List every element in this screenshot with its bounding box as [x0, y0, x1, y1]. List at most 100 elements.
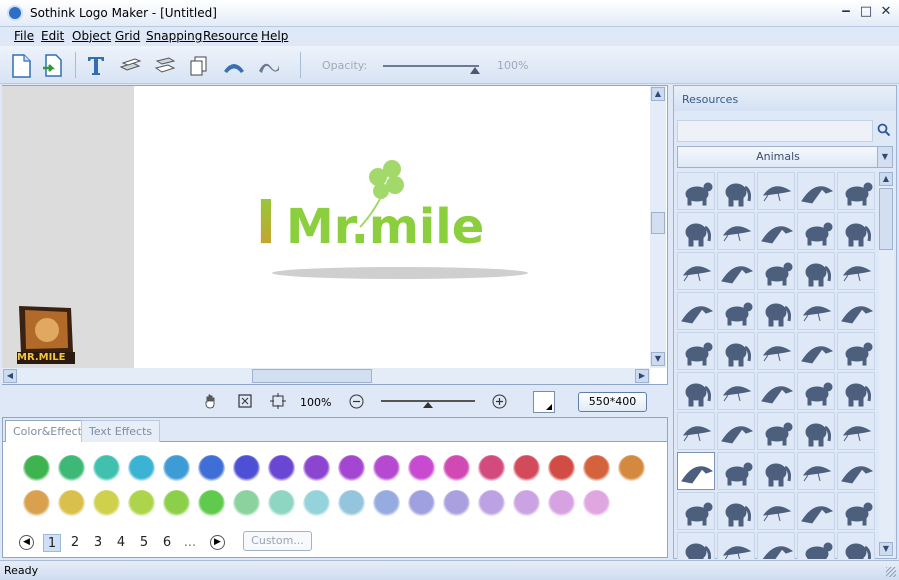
color-swatch[interactable] — [408, 490, 435, 517]
open-file-icon[interactable] — [40, 53, 66, 79]
resource-item-turtle[interactable] — [837, 452, 875, 490]
wave-text-icon[interactable] — [256, 53, 282, 79]
zoom-in-icon[interactable] — [492, 394, 507, 412]
page-2[interactable]: 2 — [66, 534, 84, 552]
menu-object[interactable]: Object — [72, 29, 111, 43]
scroll-up-icon[interactable]: ▲ — [879, 172, 893, 186]
tab-text-effects[interactable]: Text Effects — [81, 420, 161, 442]
bring-forward-icon[interactable] — [117, 53, 143, 79]
color-swatch[interactable] — [198, 490, 225, 517]
page-4[interactable]: 4 — [112, 534, 130, 552]
scroll-down-icon[interactable]: ▼ — [879, 542, 893, 556]
resource-item-cat[interactable] — [717, 252, 755, 290]
resource-item-wolf[interactable] — [757, 492, 795, 530]
resource-item-swordfish[interactable] — [677, 212, 715, 250]
resource-item-rhino[interactable] — [837, 172, 875, 210]
resource-item-deer[interactable] — [677, 532, 715, 559]
color-swatch[interactable] — [373, 455, 400, 482]
color-swatch[interactable] — [23, 490, 50, 517]
color-swatch[interactable] — [443, 455, 470, 482]
color-swatch[interactable] — [93, 455, 120, 482]
color-swatch[interactable] — [478, 455, 505, 482]
text-tool-icon[interactable] — [83, 53, 109, 79]
resource-item-pterodactyl[interactable] — [797, 212, 835, 250]
page-6[interactable]: 6 — [158, 534, 176, 552]
resource-item-kangaroo[interactable] — [757, 332, 795, 370]
resource-item-deer[interactable] — [677, 492, 715, 530]
resource-item-duck[interactable] — [757, 452, 795, 490]
resource-item-anteater[interactable] — [797, 292, 835, 330]
resource-item-lion[interactable] — [757, 212, 795, 250]
color-swatch[interactable] — [618, 455, 645, 482]
resource-item-fly[interactable] — [717, 412, 755, 450]
resource-item-dinosaur[interactable] — [837, 292, 875, 330]
resource-item-elephant[interactable] — [717, 172, 755, 210]
color-swatch[interactable] — [303, 455, 330, 482]
color-swatch[interactable] — [583, 455, 610, 482]
resource-item-horse[interactable] — [797, 372, 835, 410]
scroll-up-icon[interactable]: ▲ — [651, 87, 665, 101]
minimize-icon[interactable]: ‒ — [839, 5, 853, 19]
zoom-out-icon[interactable] — [349, 394, 364, 412]
canvas-horizontal-scrollbar[interactable]: ◀ ▶ — [2, 368, 650, 384]
page-5[interactable]: 5 — [135, 534, 153, 552]
resource-item-dolphin[interactable] — [677, 372, 715, 410]
maximize-icon[interactable]: □ — [859, 5, 873, 19]
resource-item-lion[interactable] — [717, 212, 755, 250]
opacity-slider[interactable] — [383, 65, 479, 67]
resource-item-dolphin[interactable] — [677, 332, 715, 370]
resource-item-pterodactyl[interactable] — [837, 212, 875, 250]
color-swatch[interactable] — [163, 455, 190, 482]
page-1[interactable]: 1 — [43, 534, 61, 552]
scroll-thumb[interactable] — [252, 369, 372, 383]
close-icon[interactable]: ✕ — [879, 5, 893, 19]
new-file-icon[interactable] — [8, 53, 34, 79]
resource-item-kangaroo[interactable] — [677, 452, 715, 490]
resource-item-bull[interactable] — [717, 532, 755, 559]
color-swatch[interactable] — [128, 455, 155, 482]
resource-item-lobster[interactable] — [797, 332, 835, 370]
color-swatch[interactable] — [303, 490, 330, 517]
background-color-button[interactable] — [533, 391, 555, 413]
color-swatch[interactable] — [583, 490, 610, 517]
copy-icon[interactable] — [186, 53, 212, 79]
menu-snapping[interactable]: Snapping — [146, 29, 202, 43]
category-select[interactable]: Animals — [677, 146, 879, 168]
resource-item-worm[interactable] — [717, 332, 755, 370]
color-swatch[interactable] — [338, 455, 365, 482]
prev-page-icon[interactable]: ◀ — [19, 535, 34, 550]
resource-item-gorilla[interactable] — [717, 492, 755, 530]
logo-artwork[interactable]: l Mr.mile — [250, 155, 550, 285]
resource-item-bird[interactable] — [757, 292, 795, 330]
color-swatch[interactable] — [128, 490, 155, 517]
resources-scrollbar[interactable]: ▲ ▼ — [879, 172, 894, 558]
color-swatch[interactable] — [268, 490, 295, 517]
resource-item-shark[interactable] — [717, 372, 755, 410]
color-swatch[interactable] — [338, 490, 365, 517]
resource-item-goat[interactable] — [717, 452, 755, 490]
resource-item-dinosaur[interactable] — [677, 172, 715, 210]
color-swatch[interactable] — [548, 455, 575, 482]
resource-item-deer[interactable] — [757, 252, 795, 290]
fit-page-icon[interactable] — [237, 393, 253, 412]
color-swatch[interactable] — [478, 490, 505, 517]
resource-item-cat[interactable] — [837, 252, 875, 290]
resource-item-spider[interactable] — [717, 292, 755, 330]
resource-search-input[interactable] — [677, 120, 873, 142]
resource-item-camel[interactable] — [837, 532, 875, 559]
resource-item-tiger[interactable] — [797, 252, 835, 290]
send-backward-icon[interactable] — [152, 53, 178, 79]
menu-file[interactable]: File — [14, 29, 34, 43]
color-swatch[interactable] — [58, 490, 85, 517]
color-swatch[interactable] — [163, 490, 190, 517]
canvas-thumbnail[interactable]: MR.MILE — [15, 302, 77, 366]
resource-item-antelope[interactable] — [757, 532, 795, 559]
resource-item-rabbit[interactable] — [837, 372, 875, 410]
color-swatch[interactable] — [198, 455, 225, 482]
resource-item-frog[interactable] — [837, 412, 875, 450]
scroll-down-icon[interactable]: ▼ — [651, 352, 665, 366]
zoom-slider-thumb[interactable] — [423, 402, 433, 408]
resource-item-shark[interactable] — [837, 492, 875, 530]
custom-button[interactable]: Custom... — [243, 531, 312, 551]
resource-item-penguin[interactable] — [797, 452, 835, 490]
